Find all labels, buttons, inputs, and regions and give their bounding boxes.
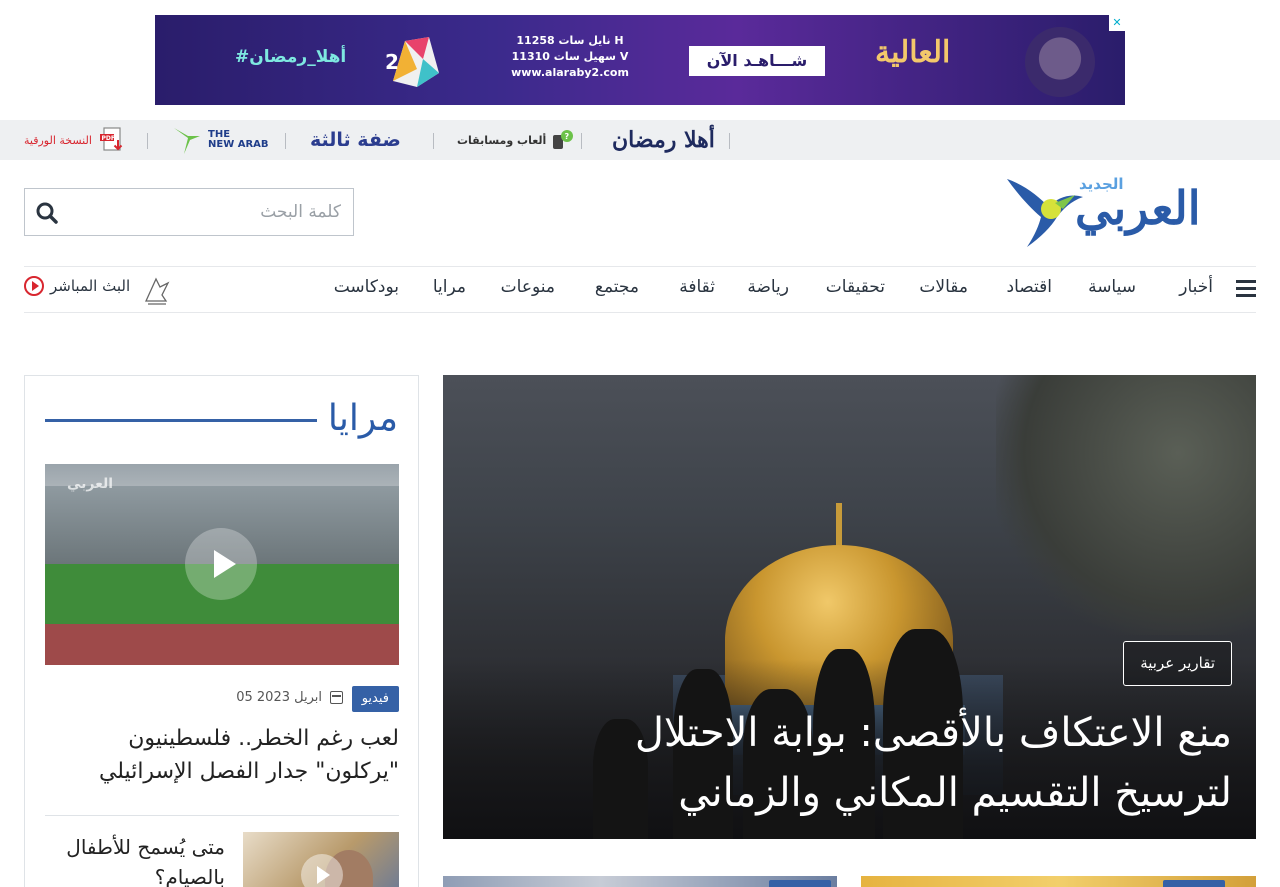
nav-item-investigations[interactable]: تحقيقات [826,277,885,297]
games-link[interactable]: ألعاب ومسابقات ? [457,120,574,160]
top-links-strip: النسخة الورقية PDF THE NEW ARAB ضفة ثالث… [0,120,1280,160]
svg-text:?: ? [565,132,570,141]
video-thumbnail[interactable]: العربي [45,464,399,665]
ramadan-logo: أهلا رمضان [612,127,715,153]
search-input[interactable] [91,197,341,227]
main-nav: أخبار سياسة اقتصاد مقالات تحقيقات رياضة … [24,266,1256,313]
ad-freq-line: www.alaraby2.com [511,66,629,79]
article-date: 05 ابريل 2023 [236,690,343,705]
live-play-icon [24,276,44,296]
live-stream-link[interactable]: البث المباشر [24,276,130,296]
nav-item-podcast[interactable]: بودكاست [334,277,399,297]
video-badge[interactable]: فيديو [351,686,399,712]
article-headline[interactable]: لعب رغم الخطر.. فلسطينيون "يركلون" جدار … [45,722,399,788]
hamburger-menu-icon[interactable] [1236,280,1256,300]
hero-dome-spire [836,503,842,548]
nav-item-politics[interactable]: سياسة [1088,277,1136,297]
hero-headline[interactable]: منع الاعتكاف بالأقصى: بوابة الاحتلال لتر… [532,703,1232,823]
play-icon[interactable] [185,528,257,600]
hero-tree [996,375,1256,635]
strip-divider [285,133,286,149]
ad-brand-title: العالية [875,35,951,70]
section-title-rule [45,419,317,422]
paper-edition-label: النسخة الورقية [24,133,92,147]
article-meta: فيديو 05 ابريل 2023 [45,686,399,712]
second-video-thumbnail[interactable] [243,832,399,887]
calendar-icon [330,691,343,704]
category-badge[interactable] [769,880,831,887]
games-label: ألعاب ومسابقات [457,133,547,147]
site-logo[interactable]: الجديد العربي [1005,175,1257,249]
ad-freq-line: نايل سات 11258 H [516,34,624,47]
category-tag[interactable]: تقارير عربية [1123,641,1232,686]
live-label: البث المباشر [50,277,131,295]
maraya-section: مرايا العربي فيديو 05 ابريل 2023 لعب رغم… [24,375,419,887]
newarab-line2: NEW ARAB [208,139,269,150]
bird-logo-icon [1007,179,1083,247]
nav-item-society[interactable]: مجتمع [595,277,639,297]
ramadan-link[interactable]: أهلا رمضان [612,120,715,160]
ad-people-image [1025,27,1095,97]
ad-frequency-info: نايل سات 11258 H سهيل سات 11310 V www.al… [500,33,640,81]
ad-choices-icon[interactable]: ✕ [1109,15,1125,31]
hero-article[interactable]: تقارير عربية منع الاعتكاف بالأقصى: بوابة… [443,375,1256,839]
third-bank-logo: ضفة ثالثة [310,129,401,151]
search-icon[interactable] [35,201,59,225]
second-article-headline[interactable]: متى يُسمح للأطفال بالصيام؟ [45,832,225,887]
alaraby2-channel-logo: 2 [385,37,439,87]
the-new-arab-logo: THE NEW ARAB [208,130,269,150]
article-thumbnail[interactable] [443,876,837,887]
paper-edition-link[interactable]: النسخة الورقية PDF [24,120,126,160]
divider [45,815,399,816]
strip-divider [581,133,582,149]
news-bird-icon[interactable] [142,273,172,307]
section-title[interactable]: مرايا [328,398,398,439]
nav-item-articles[interactable]: مقالات [919,277,968,297]
logo-title: العربي [1075,181,1202,235]
video-scene-track [45,624,399,665]
ad-freq-line: سهيل سات 11310 V [511,50,629,63]
nav-item-culture[interactable]: ثقافة [679,277,715,297]
strip-divider [147,133,148,149]
third-bank-link[interactable]: ضفة ثالثة [310,120,401,160]
ad-hashtag: #أهلا_رمضان [235,47,347,67]
nav-item-misc[interactable]: منوعات [501,277,555,297]
ad-banner[interactable]: #أهلا_رمضان 2 نايل سات 11258 H سهيل سات … [155,15,1125,105]
ad-watch-now-button[interactable]: شـــاهـد الآن [689,46,825,76]
pdf-download-icon: PDF [99,127,123,151]
search-box [24,188,354,236]
nav-item-maraya[interactable]: مرايا [433,277,466,297]
article-thumbnail[interactable] [861,876,1256,887]
the-new-arab-link[interactable]: THE NEW ARAB [172,120,269,160]
nav-item-sports[interactable]: رياضة [747,277,789,297]
hummingbird-icon [174,128,200,154]
date-text: 05 ابريل 2023 [236,690,322,705]
nav-item-news[interactable]: أخبار [1179,277,1213,297]
strip-divider [729,133,730,149]
nav-item-economy[interactable]: اقتصاد [1007,277,1052,297]
quiz-question-icon: ? [553,130,574,149]
svg-text:2: 2 [385,50,399,74]
strip-divider [433,133,434,149]
video-watermark: العربي [67,476,114,492]
category-badge[interactable] [1163,880,1225,887]
svg-text:PDF: PDF [101,135,114,142]
